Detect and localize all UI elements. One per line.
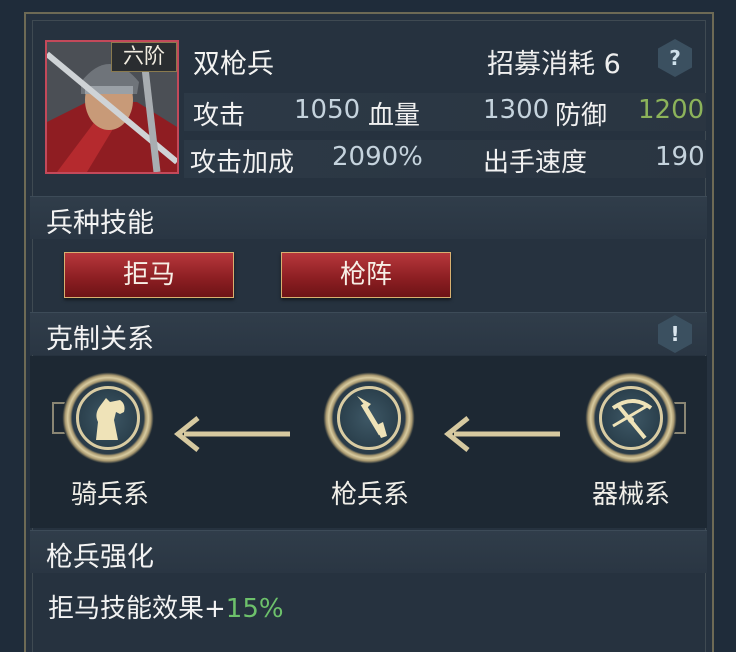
recruit-cost: 招募消耗 6 <box>487 42 621 81</box>
counter-node-label-cavalry: 骑兵系 <box>70 480 149 510</box>
enhancement-text: 拒马技能效果+15% <box>48 588 284 625</box>
counter-node-spear[interactable] <box>323 372 415 464</box>
recruit-cost-value: 6 <box>603 49 621 80</box>
counter-node-cavalry[interactable] <box>62 372 154 464</box>
speed-label: 出手速度 <box>483 148 588 178</box>
skills-section-header: 兵种技能 <box>30 196 707 239</box>
defense-label: 防御 <box>555 101 608 131</box>
enhance-section-title: 枪兵强化 <box>46 542 154 573</box>
skills-section-title: 兵种技能 <box>46 208 154 239</box>
arrow-left-icon <box>173 416 290 452</box>
enhance-section-header: 枪兵强化 <box>30 530 707 573</box>
enhancement-value: 15% <box>225 594 284 624</box>
counter-section-title: 克制关系 <box>46 324 154 355</box>
unit-portrait[interactable]: 六阶 <box>45 40 179 174</box>
stats-row-1 <box>184 93 706 131</box>
crossbow-icon <box>611 399 653 440</box>
attack-label: 攻击 <box>193 101 246 131</box>
skill-button-2[interactable]: 枪阵 <box>281 252 451 298</box>
unit-name: 双枪兵 <box>193 49 274 80</box>
spear-icon <box>357 396 387 438</box>
defense-value: 1200 <box>638 95 705 125</box>
horse-icon <box>96 398 125 440</box>
counter-section-header: 克制关系 <box>30 312 707 355</box>
attack-value: 1050 <box>294 95 361 125</box>
counter-node-siege[interactable] <box>585 372 677 464</box>
speed-value: 190 <box>655 142 705 172</box>
recruit-cost-label: 招募消耗 <box>487 49 595 80</box>
counter-node-label-spear: 枪兵系 <box>330 480 409 510</box>
attack-bonus-value: 2090% <box>332 142 423 172</box>
counter-node-label-siege: 器械系 <box>591 480 670 510</box>
hp-value: 1300 <box>483 95 550 125</box>
hp-label: 血量 <box>368 101 421 131</box>
rank-badge: 六阶 <box>111 42 177 72</box>
arrow-left-icon <box>443 416 560 452</box>
enhancement-label: 拒马技能效果+ <box>48 594 226 624</box>
attack-bonus-label: 攻击加成 <box>190 148 295 178</box>
skill-button-1[interactable]: 拒马 <box>64 252 234 298</box>
